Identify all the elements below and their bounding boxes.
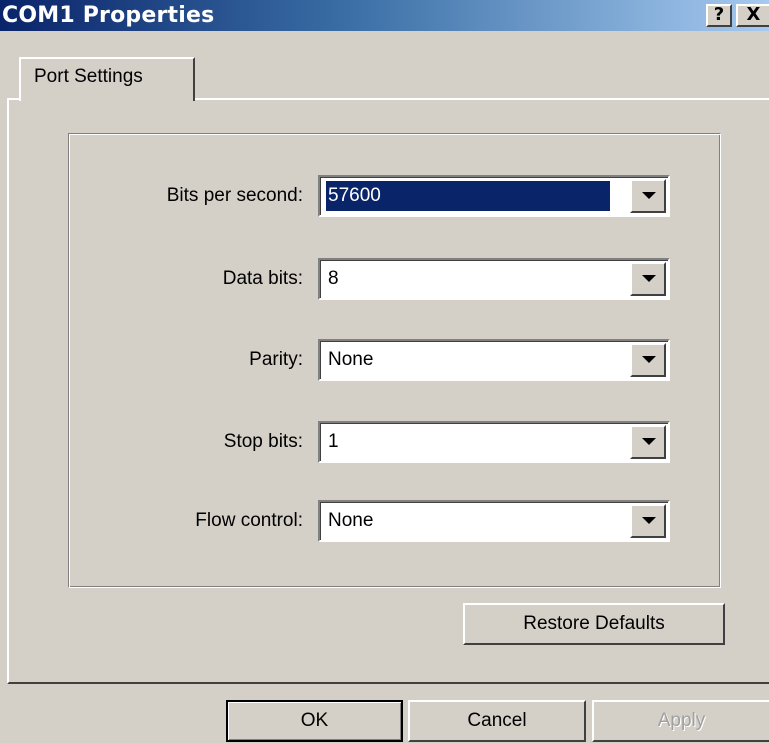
bits-per-second-select[interactable]: 57600 xyxy=(318,175,670,217)
chevron-down-icon[interactable] xyxy=(630,343,666,377)
close-icon: X xyxy=(746,4,761,25)
data-bits-value: 8 xyxy=(328,268,339,289)
close-button[interactable]: X xyxy=(736,4,769,27)
flow-control-select[interactable]: None xyxy=(318,500,670,542)
data-bits-select[interactable]: 8 xyxy=(318,258,670,300)
bits-per-second-value: 57600 xyxy=(326,181,610,211)
chevron-down-icon[interactable] xyxy=(630,504,666,538)
tab-port-settings[interactable]: Port Settings xyxy=(19,57,195,101)
flow-control-value: None xyxy=(328,510,374,531)
window-title: COM1 Properties xyxy=(2,3,215,28)
chevron-down-icon[interactable] xyxy=(630,425,666,459)
tab-label: Port Settings xyxy=(34,66,143,87)
parity-select[interactable]: None xyxy=(318,339,670,381)
help-icon: ? xyxy=(713,4,725,25)
parity-label: Parity: xyxy=(249,349,303,370)
apply-button[interactable]: Apply xyxy=(592,700,769,742)
stop-bits-label: Stop bits: xyxy=(223,431,303,452)
stop-bits-select[interactable]: 1 xyxy=(318,421,670,463)
title-bar[interactable]: COM1 Properties ? X xyxy=(0,0,769,31)
chevron-down-icon[interactable] xyxy=(630,179,666,213)
cancel-button[interactable]: Cancel xyxy=(408,700,586,742)
stop-bits-value: 1 xyxy=(328,431,339,452)
flow-control-label: Flow control: xyxy=(195,510,303,531)
data-bits-label: Data bits: xyxy=(222,268,303,289)
ok-button[interactable]: OK xyxy=(226,700,403,742)
chevron-down-icon[interactable] xyxy=(630,262,666,296)
restore-defaults-button[interactable]: Restore Defaults xyxy=(463,603,725,645)
parity-value: None xyxy=(328,349,374,370)
bits-per-second-label: Bits per second: xyxy=(166,185,303,206)
help-button[interactable]: ? xyxy=(706,4,732,27)
